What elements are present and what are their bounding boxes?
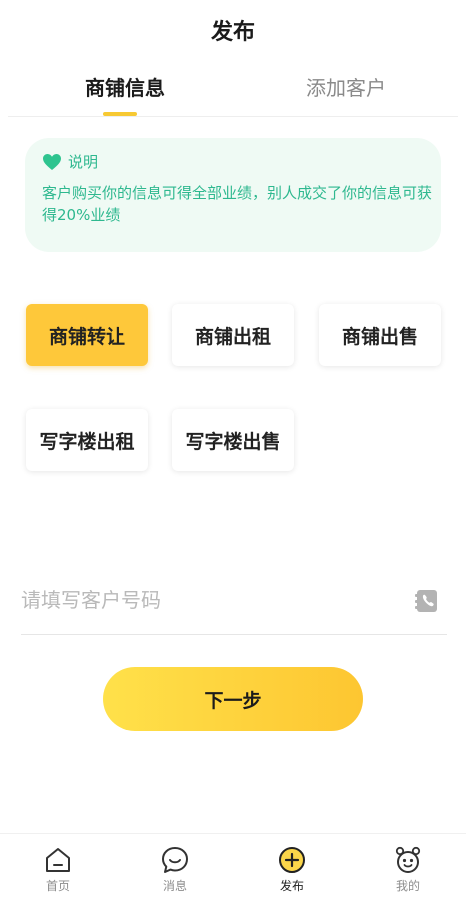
- notice-header: 说明: [42, 151, 98, 172]
- nav-home[interactable]: 首页: [18, 834, 98, 900]
- nav-profile-label: 我的: [395, 879, 420, 893]
- page-title: 发布: [210, 20, 255, 45]
- tab-shop-info[interactable]: 商铺信息: [85, 72, 165, 101]
- bottom-navigation: 首页 消息 发布 我的: [0, 833, 466, 900]
- notice-title: 说明: [68, 153, 99, 171]
- home-icon: [46, 848, 70, 872]
- nav-profile[interactable]: 我的: [368, 834, 448, 900]
- nav-messages-label: 消息: [162, 879, 187, 893]
- customer-phone-input[interactable]: [21, 580, 401, 620]
- category-shop-transfer[interactable]: 商铺转让: [26, 304, 148, 366]
- category-office-sale[interactable]: 写字楼出售: [172, 409, 294, 471]
- publish-page: 发布 商铺信息 添加客户 说明 客户购买你的信息可得全部业绩，别人成交了你的信息…: [0, 0, 466, 900]
- tabs-divider: [8, 116, 458, 117]
- notice-text: 客户购买你的信息可得全部业绩，别人成交了你的信息可获得20%业绩: [42, 184, 433, 224]
- category-shop-sale[interactable]: 商铺出售: [319, 304, 441, 366]
- next-step-button[interactable]: 下一步: [103, 667, 363, 731]
- tab-bar: 商铺信息 添加客户: [0, 72, 466, 118]
- profile-icon: [395, 846, 421, 873]
- add-circle-icon: [279, 847, 305, 873]
- nav-publish[interactable]: 发布: [252, 834, 332, 900]
- category-shop-rent[interactable]: 商铺出租: [172, 304, 294, 366]
- heart-icon: [43, 153, 61, 170]
- nav-messages[interactable]: 消息: [135, 834, 215, 900]
- nav-publish-label: 发布: [279, 879, 304, 893]
- notice-box: 说明 客户购买你的信息可得全部业绩，别人成交了你的信息可获得20%业绩: [25, 138, 441, 252]
- category-office-rent[interactable]: 写字楼出租: [26, 409, 148, 471]
- nav-home-label: 首页: [45, 879, 70, 893]
- tab-add-customer[interactable]: 添加客户: [306, 72, 386, 101]
- message-icon: [162, 847, 188, 873]
- phone-input-divider: [21, 634, 447, 635]
- contacts-icon[interactable]: [414, 588, 440, 614]
